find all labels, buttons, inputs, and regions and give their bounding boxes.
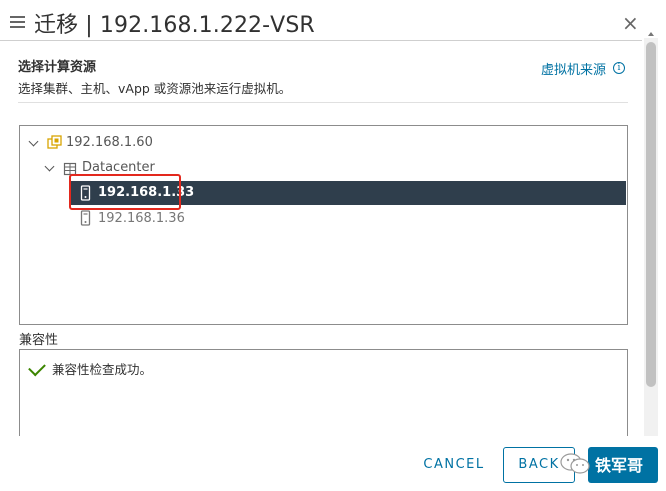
tree-item-host[interactable]: 192.168.1.36 xyxy=(98,211,185,226)
dialog-title: 迁移 | 192.168.1.222-VSR xyxy=(34,13,315,38)
compatibility-label: 兼容性 xyxy=(19,333,59,348)
close-icon[interactable]: × xyxy=(622,11,639,35)
compatibility-message: 兼容性检查成功。 xyxy=(52,362,153,377)
section-description: 选择集群、主机、vApp 或资源池来运行虚拟机。 xyxy=(18,81,292,96)
menu-icon[interactable] xyxy=(10,16,25,30)
info-icon[interactable]: i xyxy=(613,62,625,74)
header-divider xyxy=(0,40,642,41)
highlight-annotation-box xyxy=(69,174,181,210)
tree-item-vcenter[interactable]: 192.168.1.60 xyxy=(66,135,153,150)
section-divider xyxy=(18,102,628,103)
section-title: 选择计算资源 xyxy=(18,60,97,75)
host-icon xyxy=(80,210,91,226)
watermark-text: 铁军哥 xyxy=(595,456,644,475)
vm-origin-link[interactable]: 虚拟机来源 xyxy=(541,59,606,78)
cancel-button[interactable]: CANCEL xyxy=(410,448,498,482)
scrollbar-thumb[interactable] xyxy=(646,42,656,387)
scroll-up-arrow-icon[interactable] xyxy=(646,30,656,38)
vcenter-icon xyxy=(47,135,62,149)
tree-item-datacenter[interactable]: Datacenter xyxy=(82,160,155,175)
wechat-icon xyxy=(560,453,590,474)
